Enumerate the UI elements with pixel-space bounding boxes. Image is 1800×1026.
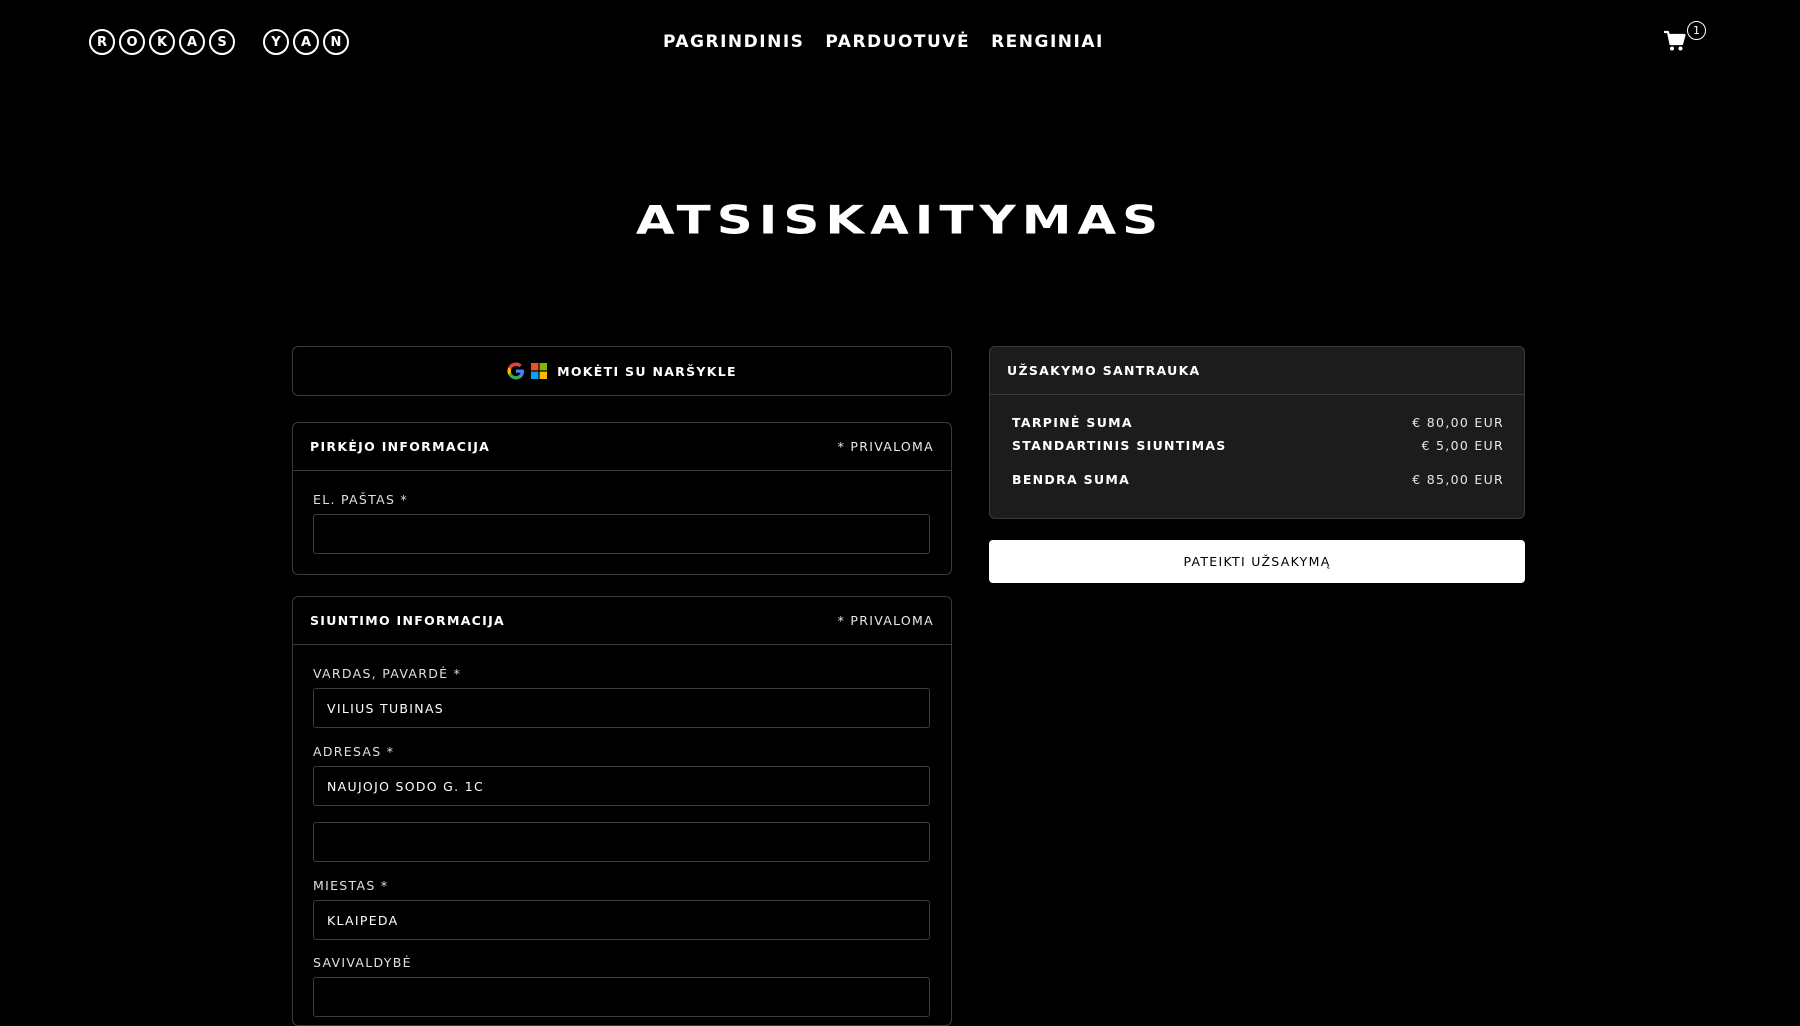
browser-pay-label: MOKĖTI SU NARŠYKLE	[557, 363, 737, 379]
main-nav: PAGRINDINIS PARDUOTUVĖ RENGINIAI	[663, 31, 1104, 53]
cart-button[interactable]: 1	[1663, 21, 1711, 56]
name-label: VARDAS, PAVARDĖ *	[313, 666, 462, 681]
total-value: € 85,00 EUR	[1412, 472, 1504, 487]
microsoft-icon	[531, 363, 548, 379]
google-icon	[507, 362, 525, 380]
logo-letter: S	[209, 29, 235, 55]
total-label: BENDRA SUMA	[1012, 472, 1131, 487]
logo-letter: N	[323, 29, 349, 55]
shipping-value: € 5,00 EUR	[1421, 438, 1504, 453]
shipping-row: STANDARTINIS SIUNTIMAS € 5,00 EUR	[1012, 438, 1504, 453]
city-field[interactable]	[313, 900, 930, 940]
shipping-info-panel: SIUNTIMO INFORMACIJA * PRIVALOMA VARDAS,…	[292, 596, 952, 1026]
logo-letter: O	[119, 29, 145, 55]
site-header: R O K A S Y A N PAGRINDINIS PARDUOTUVĖ R…	[0, 0, 1800, 84]
logo-letter: A	[293, 29, 319, 55]
municipality-label: SAVIVALDYBĖ	[313, 955, 412, 970]
nav-item-events[interactable]: RENGINIAI	[991, 31, 1104, 53]
order-summary-header: UŽSAKYMO SANTRAUKA	[990, 347, 1524, 395]
email-label: EL. PAŠTAS *	[313, 492, 409, 507]
shipping-info-title: SIUNTIMO INFORMACIJA	[310, 613, 506, 628]
email-field[interactable]	[313, 514, 930, 554]
required-note: * PRIVALOMA	[837, 613, 934, 628]
municipality-field[interactable]	[313, 977, 930, 1017]
submit-order-button[interactable]: PATEIKTI UŽSAKYMĄ	[989, 540, 1525, 583]
cart-count-badge: 1	[1687, 21, 1706, 40]
cart-icon	[1664, 30, 1686, 51]
shipping-label: STANDARTINIS SIUNTIMAS	[1012, 438, 1227, 453]
city-label: MIESTAS *	[313, 878, 389, 893]
buyer-info-header: PIRKĖJO INFORMACIJA * PRIVALOMA	[293, 423, 951, 471]
required-note: * PRIVALOMA	[837, 439, 934, 454]
subtotal-row: TARPINĖ SUMA € 80,00 EUR	[1012, 415, 1504, 430]
subtotal-label: TARPINĖ SUMA	[1012, 415, 1133, 430]
logo-letter: Y	[263, 29, 289, 55]
nav-item-home[interactable]: PAGRINDINIS	[663, 31, 804, 53]
name-field[interactable]	[313, 688, 930, 728]
nav-item-shop[interactable]: PARDUOTUVĖ	[825, 31, 970, 53]
address-field[interactable]	[313, 766, 930, 806]
order-summary-panel: UŽSAKYMO SANTRAUKA TARPINĖ SUMA € 80,00 …	[989, 346, 1525, 519]
subtotal-value: € 80,00 EUR	[1412, 415, 1504, 430]
shipping-info-header: SIUNTIMO INFORMACIJA * PRIVALOMA	[293, 597, 951, 645]
total-row: BENDRA SUMA € 85,00 EUR	[1012, 472, 1504, 487]
logo-letter: A	[179, 29, 205, 55]
buyer-info-panel: PIRKĖJO INFORMACIJA * PRIVALOMA EL. PAŠT…	[292, 422, 952, 575]
logo-letter: R	[89, 29, 115, 55]
logo[interactable]: R O K A S Y A N	[89, 29, 353, 55]
browser-pay-button[interactable]: MOKĖTI SU NARŠYKLE	[292, 346, 952, 396]
order-summary-title: UŽSAKYMO SANTRAUKA	[1007, 363, 1201, 378]
logo-letter: K	[149, 29, 175, 55]
address-label: ADRESAS *	[313, 744, 395, 759]
buyer-info-title: PIRKĖJO INFORMACIJA	[310, 439, 491, 454]
page-title: ATSISKAITYMAS	[635, 197, 1165, 243]
address-line-2-field[interactable]	[313, 822, 930, 862]
